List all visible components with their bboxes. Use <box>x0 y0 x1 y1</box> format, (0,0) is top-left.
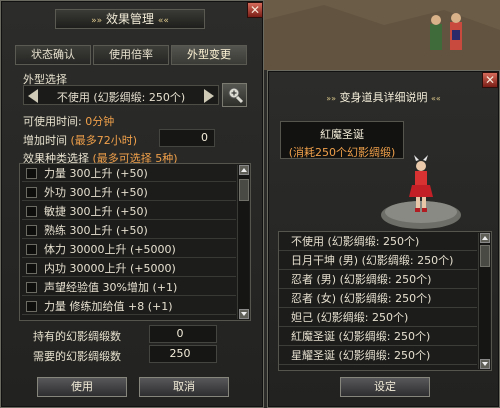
costume-label: 紅魔圣诞 (幻影绸缎: 250个) <box>291 330 431 343</box>
effect-label: 内功 30000上升 (+5000) <box>44 262 176 275</box>
effect-management-window: »» 效果管理 «« ✕ 状态确认 使用倍率 外型变更 外型选择 不使用 (幻影… <box>0 0 264 408</box>
effect-label: 声望经验值 30%增加 (+1) <box>44 281 178 294</box>
costume-row[interactable]: 紅魔圣诞 (幻影绸缎: 250个) <box>279 327 477 346</box>
costume-label: 忍者 (男) (幻影绸缎: 250个) <box>291 273 432 286</box>
player-figure[interactable] <box>450 13 462 50</box>
scroll-down-icon <box>482 362 488 366</box>
preview-zoom-button[interactable] <box>222 83 247 107</box>
effect-label: 熟练 300上升 (+50) <box>44 224 148 237</box>
effect-list-scrollbar[interactable] <box>237 165 249 319</box>
usable-time-label: 可使用时间: <box>23 115 82 128</box>
title-deco-right: «« <box>157 16 169 26</box>
tab-usage-rate[interactable]: 使用倍率 <box>93 45 169 65</box>
costume-row[interactable]: 忍者 (男) (幻影绸缎: 250个) <box>279 270 477 289</box>
effect-row[interactable]: 力量 修练加给值 +8 (+1) <box>22 298 236 315</box>
costume-preview <box>381 155 461 229</box>
costume-row[interactable]: 星耀圣诞 (幻影绸缎: 250个) <box>279 346 477 365</box>
costume-label: 日月干坤 (男) (幻影绸缎: 250个) <box>291 254 454 267</box>
scroll-thumb[interactable] <box>480 245 490 267</box>
effect-row[interactable]: 力量 300上升 (+50) <box>22 165 236 182</box>
costume-row[interactable]: 妲己 (幻影绸缎: 250个) <box>279 308 477 327</box>
scroll-up-icon <box>482 236 488 240</box>
next-appearance-arrow-icon[interactable] <box>204 89 214 103</box>
effect-label: 体力 30000上升 (+5000) <box>44 243 176 256</box>
effect-row[interactable]: 敏捷 300上升 (+50) <box>22 203 236 220</box>
set-button[interactable]: 设定 <box>340 377 430 397</box>
add-time-input[interactable]: 0 <box>159 129 215 147</box>
effect-checkbox[interactable] <box>26 244 37 255</box>
effect-checkbox[interactable] <box>26 206 37 217</box>
scroll-down-icon <box>241 312 247 316</box>
costume-row[interactable]: 忍者 (女) (幻影绸缎: 250个) <box>279 289 477 308</box>
scroll-thumb[interactable] <box>239 179 249 201</box>
appearance-selector: 不使用 (幻影绸缎: 250个) <box>23 85 219 105</box>
effect-row[interactable]: 内功 30000上升 (+5000) <box>22 260 236 277</box>
game-scene <box>264 0 500 70</box>
magnifier-icon <box>228 87 244 104</box>
close-button[interactable]: ✕ <box>482 72 498 88</box>
tab-status-check[interactable]: 状态确认 <box>15 45 91 65</box>
window-title: »» 变身道具详细说明 «« <box>268 89 499 105</box>
scroll-up-button[interactable] <box>239 165 249 175</box>
effect-checkbox[interactable] <box>26 168 37 179</box>
window-title-text: 效果管理 <box>105 12 154 26</box>
window-title-text: 变身道具详细说明 <box>339 91 428 104</box>
usable-time: 可使用时间: 0分钟 <box>23 113 114 129</box>
add-time-label: 增加时间 <box>23 134 67 147</box>
title-deco-left: »» <box>326 94 336 103</box>
costume-label: 妲己 (幻影绸缎: 250个) <box>291 311 409 324</box>
title-deco-right: «« <box>431 94 441 103</box>
effect-checkbox[interactable] <box>26 187 37 198</box>
costume-row[interactable]: 不使用 (幻影绸缎: 250个) <box>279 232 477 251</box>
tab-bar: 状态确认 使用倍率 外型变更 <box>15 45 247 65</box>
item-info-box: 紅魔圣诞 (消耗250个幻影绸缎) <box>280 121 404 159</box>
scroll-up-icon <box>241 168 247 172</box>
effect-checkbox[interactable] <box>26 301 37 312</box>
owned-count-label: 持有的幻影绸缎数 <box>33 330 121 343</box>
effect-checkbox[interactable] <box>26 225 37 236</box>
costume-row[interactable]: 日月干坤 (男) (幻影绸缎: 250个) <box>279 251 477 270</box>
required-count-value: 250 <box>149 345 217 363</box>
tab-appearance-change[interactable]: 外型变更 <box>171 45 247 65</box>
effect-checkbox[interactable] <box>26 282 37 293</box>
item-name: 紅魔圣诞 <box>320 128 364 141</box>
scroll-up-button[interactable] <box>480 233 490 243</box>
effect-list: 力量 300上升 (+50) 外功 300上升 (+50) 敏捷 300上升 (… <box>19 163 251 321</box>
close-button[interactable]: ✕ <box>247 2 263 18</box>
effect-label: 力量 300上升 (+50) <box>44 167 148 180</box>
transform-item-detail-window: ✕ »» 变身道具详细说明 «« 紅魔圣诞 (消耗250个幻影绸缎) 不使用 (… <box>267 70 500 408</box>
costume-label: 忍者 (女) (幻影绸缎: 250个) <box>291 292 432 305</box>
costume-list: 不使用 (幻影绸缎: 250个) 日月干坤 (男) (幻影绸缎: 250个) 忍… <box>278 231 492 371</box>
effect-label: 外功 300上升 (+50) <box>44 186 148 199</box>
add-time-hint: (最多72小时) <box>70 134 138 147</box>
effect-row[interactable]: 熟练 300上升 (+50) <box>22 222 236 239</box>
effect-label: 力量 修练加给值 +8 (+1) <box>44 300 173 313</box>
cancel-button[interactable]: 取消 <box>139 377 229 397</box>
effect-row[interactable]: 声望经验值 30%增加 (+1) <box>22 279 236 296</box>
use-button[interactable]: 使用 <box>37 377 127 397</box>
title-deco-left: »» <box>91 16 103 26</box>
costume-label: 星耀圣诞 (幻影绸缎: 250个) <box>291 349 431 362</box>
scroll-down-button[interactable] <box>239 309 249 319</box>
costume-list-scrollbar[interactable] <box>478 233 490 369</box>
effect-label: 敏捷 300上升 (+50) <box>44 205 148 218</box>
add-time: 增加时间 (最多72小时) <box>23 132 137 148</box>
costume-label: 不使用 (幻影绸缎: 250个) <box>291 235 420 248</box>
effect-checkbox[interactable] <box>26 263 37 274</box>
appearance-selected-value: 不使用 (幻影绸缎: 250个) <box>56 91 186 104</box>
npc-figure[interactable] <box>430 15 442 50</box>
game-scene-figures <box>264 0 500 70</box>
scroll-down-button[interactable] <box>480 359 490 369</box>
window-title: »» 效果管理 «« <box>55 9 205 29</box>
usable-time-value: 0分钟 <box>85 115 115 128</box>
effect-row[interactable]: 体力 30000上升 (+5000) <box>22 241 236 258</box>
effect-row[interactable]: 外功 300上升 (+50) <box>22 184 236 201</box>
required-count-label: 需要的幻影绸缎数 <box>33 350 121 363</box>
prev-appearance-arrow-icon[interactable] <box>28 89 38 103</box>
owned-count-value: 0 <box>149 325 217 343</box>
